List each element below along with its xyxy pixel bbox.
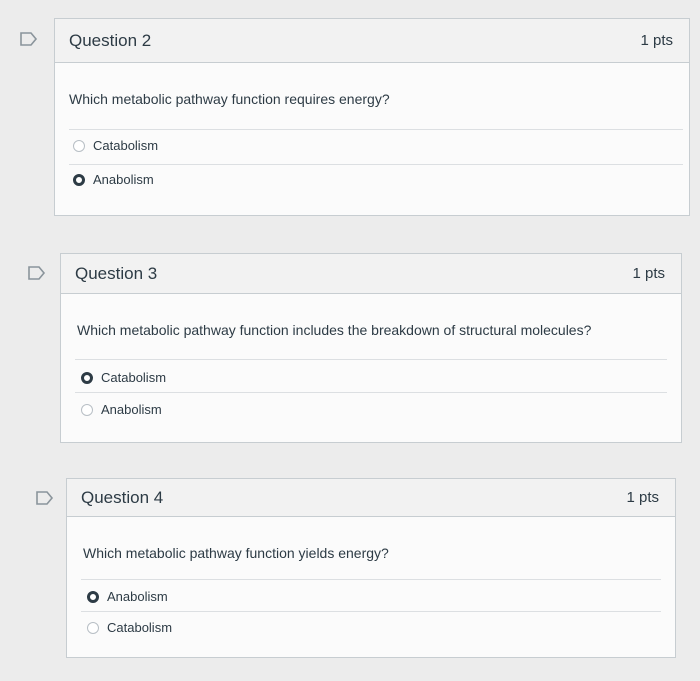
question-header: Question 3 1 pts (61, 254, 681, 294)
question-points: 1 pts (632, 265, 665, 282)
question-text: Which metabolic pathway function require… (69, 91, 390, 107)
answer-option[interactable]: Catabolism (87, 620, 172, 635)
question-header: Question 4 1 pts (67, 479, 675, 517)
answer-divider (81, 611, 661, 612)
answer-label: Anabolism (101, 402, 162, 417)
question-points: 1 pts (626, 489, 659, 506)
radio-button[interactable] (73, 173, 85, 186)
answer-label: Anabolism (93, 172, 154, 187)
flag-question-icon[interactable] (36, 491, 54, 505)
answer-option[interactable]: Catabolism (73, 138, 158, 153)
question-card-4: Question 4 1 pts Which metabolic pathway… (66, 478, 676, 658)
question-title: Question 4 (81, 487, 164, 507)
answer-divider (75, 359, 667, 360)
question-points: 1 pts (640, 32, 673, 49)
question-text: Which metabolic pathway function include… (77, 322, 592, 338)
radio-button[interactable] (87, 621, 99, 634)
radio-button[interactable] (81, 371, 93, 384)
answer-option[interactable]: Anabolism (87, 589, 168, 604)
question-title: Question 3 (75, 263, 158, 283)
question-title: Question 2 (69, 30, 152, 50)
question-text: Which metabolic pathway function yields … (83, 545, 389, 561)
answer-option[interactable]: Anabolism (81, 402, 162, 417)
question-header: Question 2 1 pts (55, 19, 689, 63)
answer-label: Catabolism (93, 138, 159, 153)
answer-option[interactable]: Catabolism (81, 370, 166, 385)
answer-divider (75, 392, 667, 393)
flag-question-icon[interactable] (20, 32, 38, 46)
answer-label: Anabolism (107, 589, 168, 604)
answer-label: Catabolism (107, 620, 173, 635)
answer-option[interactable]: Anabolism (73, 172, 154, 187)
answer-divider (81, 579, 661, 580)
flag-question-icon[interactable] (28, 266, 46, 280)
radio-button[interactable] (87, 590, 99, 603)
answer-label: Catabolism (101, 370, 167, 385)
answer-divider (69, 129, 683, 130)
question-card-2: Question 2 1 pts Which metabolic pathway… (54, 18, 690, 216)
radio-button[interactable] (81, 403, 93, 416)
question-card-3: Question 3 1 pts Which metabolic pathway… (60, 253, 682, 443)
radio-button[interactable] (73, 139, 85, 152)
answer-divider (69, 164, 683, 165)
